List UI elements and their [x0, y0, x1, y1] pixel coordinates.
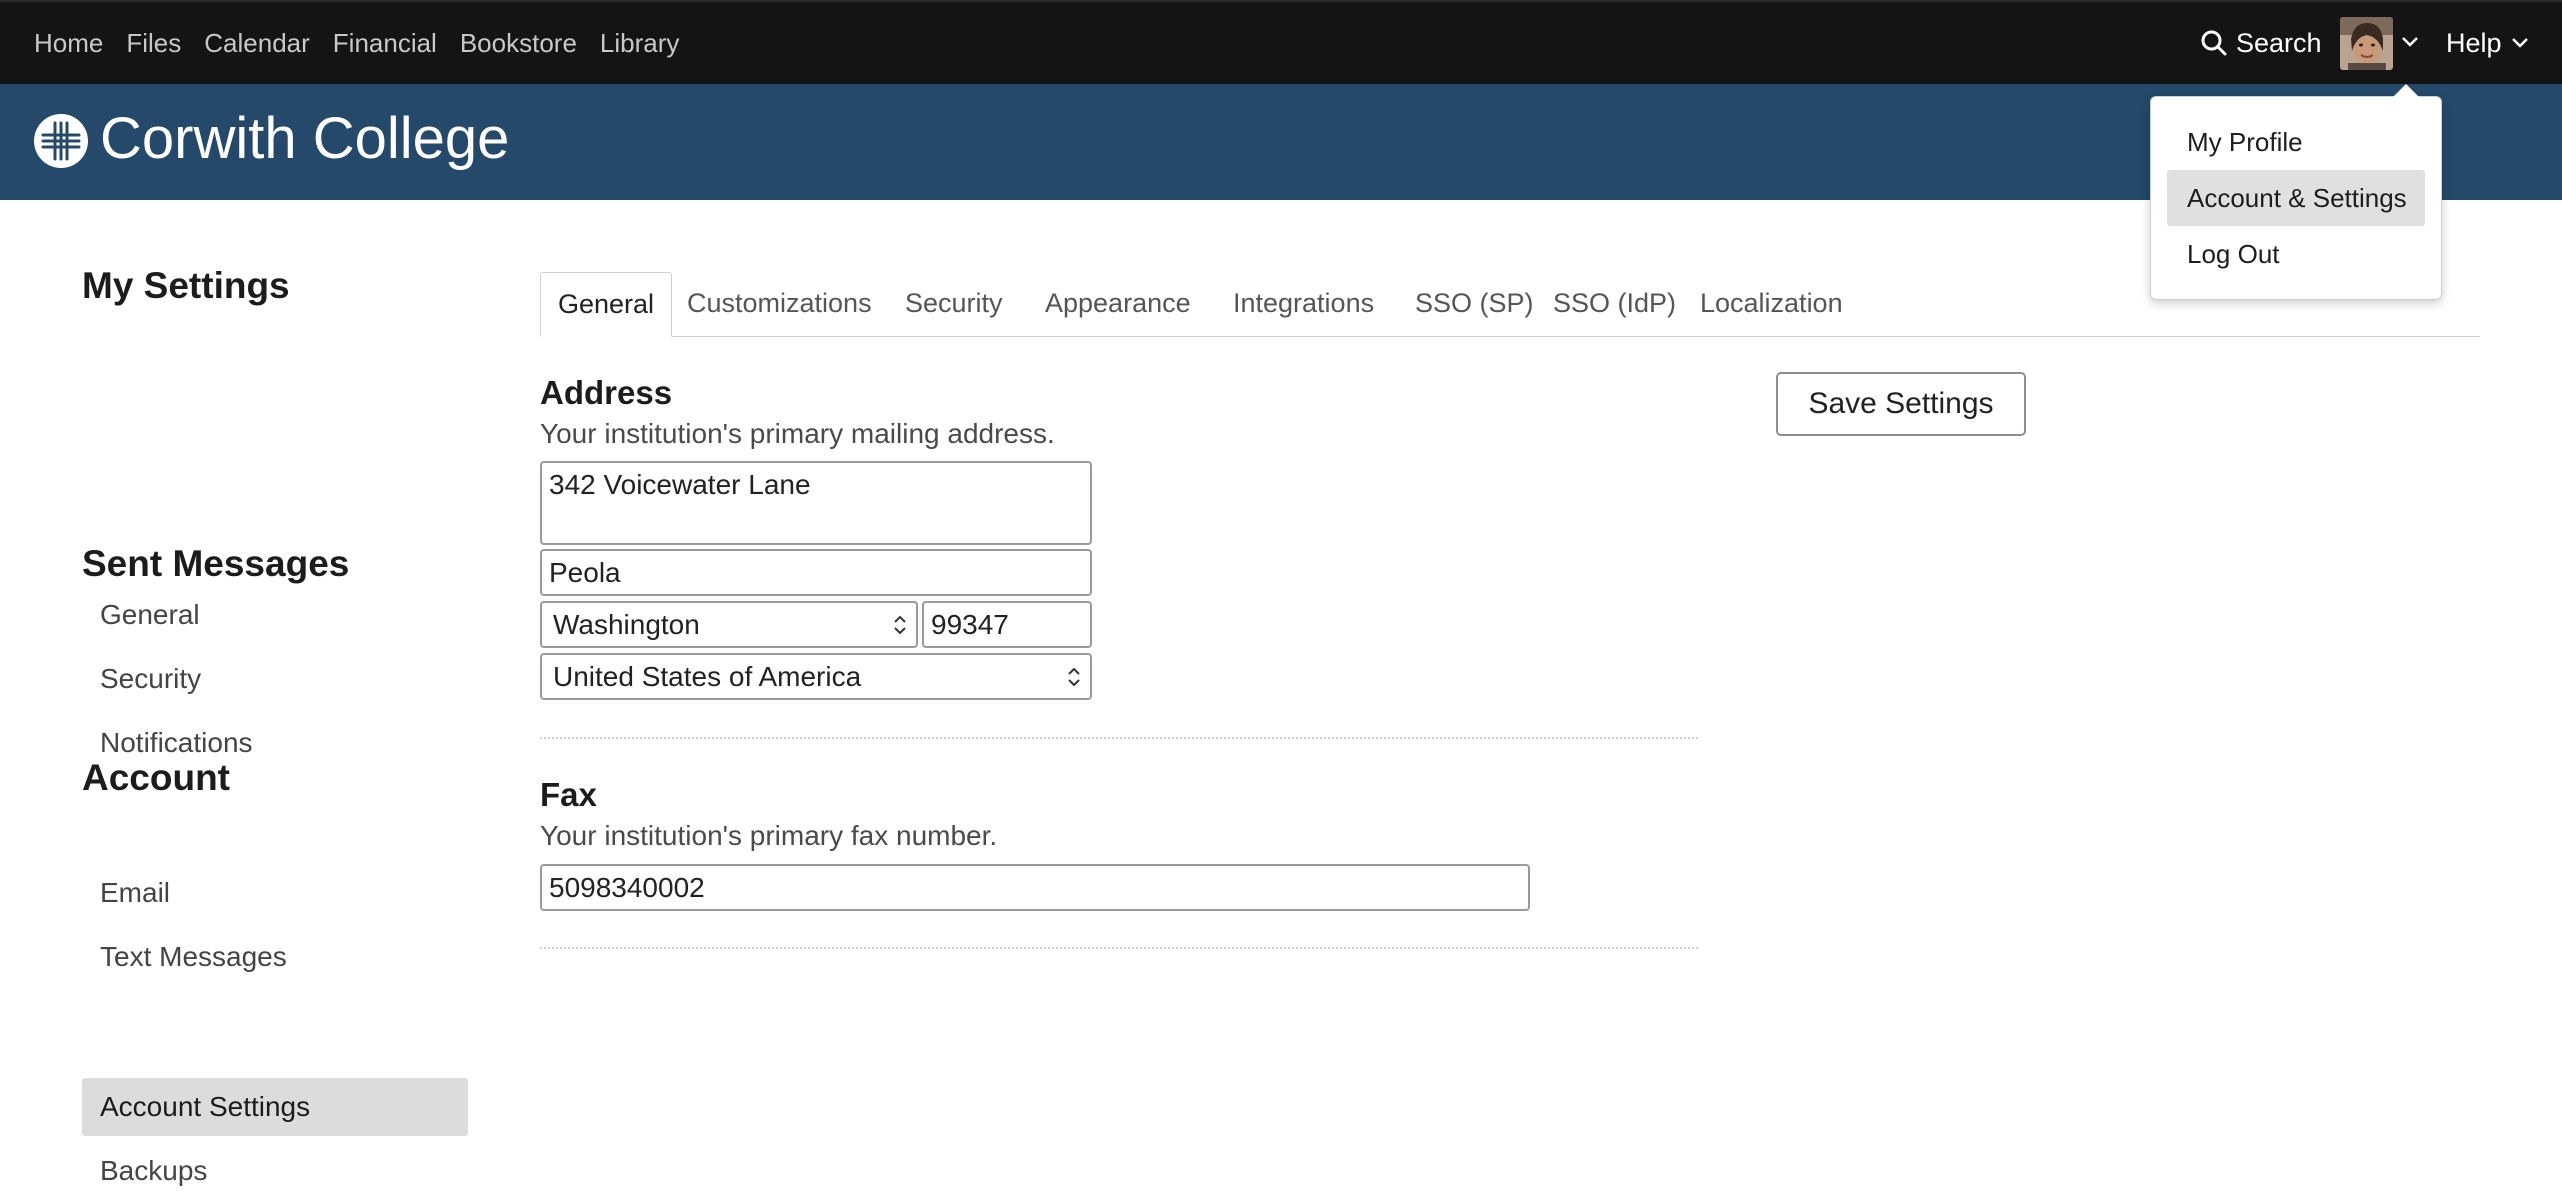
section-divider: [540, 737, 1698, 739]
nav-link-bookstore[interactable]: Bookstore: [460, 28, 577, 59]
top-navigation-bar: Home Files Calendar Financial Bookstore …: [0, 0, 2562, 84]
tab-customizations[interactable]: Customizations: [670, 272, 889, 336]
sidebar-item-backups[interactable]: Backups: [82, 1142, 468, 1200]
search-label: Search: [2236, 27, 2322, 58]
fax-section-description: Your institution's primary fax number.: [540, 820, 998, 851]
sidebar-heading-my-settings: My Settings: [82, 265, 290, 306]
sidebar-item-general[interactable]: General: [82, 586, 468, 644]
menu-item-my-profile[interactable]: My Profile: [2167, 114, 2425, 170]
search-button[interactable]: Search: [2200, 2, 2322, 84]
country-select[interactable]: United States of America: [540, 653, 1092, 700]
section-divider: [540, 947, 1698, 949]
menu-item-account-settings[interactable]: Account & Settings: [2167, 170, 2425, 226]
fax-section-title: Fax: [540, 776, 597, 813]
nav-link-files[interactable]: Files: [126, 28, 181, 59]
nav-link-home[interactable]: Home: [34, 28, 103, 59]
top-nav-links: Home Files Calendar Financial Bookstore …: [34, 2, 702, 84]
college-logo-icon: [34, 114, 88, 168]
chevron-down-icon[interactable]: [2400, 32, 2420, 52]
save-settings-button[interactable]: Save Settings: [1776, 372, 2026, 436]
sidebar-item-email[interactable]: Email: [82, 864, 468, 922]
address-section-title: Address: [540, 374, 673, 411]
state-select[interactable]: Washington: [540, 601, 918, 648]
nav-link-calendar[interactable]: Calendar: [204, 28, 310, 59]
help-label: Help: [2446, 27, 2502, 58]
tab-sso-sp[interactable]: SSO (SP): [1398, 272, 1551, 336]
street-address-textarea[interactable]: 342 Voicewater Lane: [540, 461, 1092, 545]
tab-integrations[interactable]: Integrations: [1216, 272, 1391, 336]
zip-code-field[interactable]: 99347: [922, 601, 1092, 648]
help-menu-button[interactable]: Help: [2446, 2, 2530, 84]
college-name[interactable]: Corwith College: [100, 104, 509, 174]
dropdown-pointer: [2393, 84, 2419, 97]
tab-security[interactable]: Security: [888, 272, 1020, 336]
tab-localization[interactable]: Localization: [1683, 272, 1860, 336]
tab-appearance[interactable]: Appearance: [1028, 272, 1208, 336]
user-menu-dropdown: My Profile Account & Settings Log Out: [2150, 84, 2442, 300]
nav-link-financial[interactable]: Financial: [333, 28, 437, 59]
sidebar-item-security[interactable]: Security: [82, 650, 468, 708]
sidebar-heading-sent-messages: Sent Messages: [82, 543, 350, 584]
city-field[interactable]: Peola: [540, 549, 1092, 596]
search-icon: [2201, 30, 2227, 56]
chevron-down-icon: [2511, 38, 2528, 48]
nav-link-library[interactable]: Library: [600, 28, 679, 59]
address-section-description: Your institution's primary mailing addre…: [540, 418, 1055, 449]
sidebar-item-account-settings[interactable]: Account Settings: [82, 1078, 468, 1136]
sidebar-heading-account: Account: [82, 757, 230, 798]
sidebar-item-text-messages[interactable]: Text Messages: [82, 928, 468, 986]
user-avatar[interactable]: [2340, 17, 2393, 70]
select-arrows-icon: [1068, 667, 1080, 686]
menu-item-log-out[interactable]: Log Out: [2167, 226, 2425, 282]
fax-number-field[interactable]: 5098340002: [540, 864, 1530, 911]
select-arrows-icon: [894, 615, 906, 634]
tab-general[interactable]: General: [540, 272, 673, 337]
tab-sso-idp[interactable]: SSO (IdP): [1536, 272, 1693, 336]
